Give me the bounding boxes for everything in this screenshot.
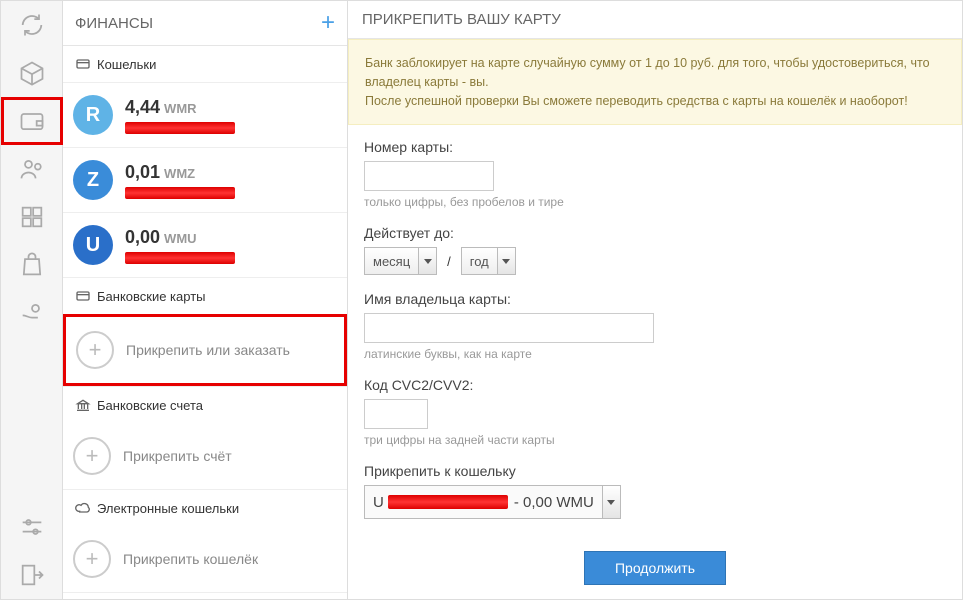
wallet-amount: 4,44 (125, 97, 160, 117)
holder-label: Имя владельца карты: (364, 291, 946, 307)
expiry-year-value: год (462, 254, 497, 269)
sidebar: ФИНАНСЫ + Кошельки R 4,44 WMR Z 0,01 WMZ (63, 1, 348, 599)
card-number-input[interactable] (364, 161, 494, 191)
sidebar-title: ФИНАНСЫ (75, 15, 153, 32)
hand-coins-icon[interactable] (1, 289, 63, 337)
wallet-currency: WMR (164, 101, 197, 116)
cvc-input[interactable] (364, 399, 428, 429)
wallet-item-wmz[interactable]: Z 0,01 WMZ (63, 147, 347, 212)
attach-wallet-select[interactable]: U - 0,00 WMU (364, 485, 621, 519)
plus-circle-icon: + (73, 540, 111, 578)
refresh-icon[interactable] (1, 1, 63, 49)
main-panel: ПРИКРЕПИТЬ ВАШУ КАРТУ Банк заблокирует н… (348, 1, 962, 599)
page-title: ПРИКРЕПИТЬ ВАШУ КАРТУ (348, 1, 962, 39)
settings-sliders-icon[interactable] (1, 503, 63, 551)
attach-card-label: Прикрепить или заказать (126, 342, 290, 358)
expiry-month-select[interactable]: месяц (364, 247, 437, 275)
expiry-year-select[interactable]: год (461, 247, 516, 275)
redacted-wallet-number (388, 495, 508, 509)
wallet-badge-r: R (73, 95, 113, 135)
section-cards-header: Банковские карты (63, 278, 347, 314)
wallet-amount: 0,00 (125, 227, 160, 247)
wallet-currency: WMU (164, 231, 197, 246)
attach-account-button[interactable]: + Прикрепить счёт (63, 423, 347, 489)
box-icon[interactable] (1, 49, 63, 97)
redacted-wallet-number (125, 187, 235, 199)
notice-line1: Банк заблокирует на карте случайную сумм… (365, 54, 945, 92)
chevron-down-icon (497, 248, 515, 274)
add-plus-icon[interactable]: + (321, 11, 335, 35)
expiry-separator: / (447, 254, 451, 269)
wallet-item-wmr[interactable]: R 4,44 WMR (63, 82, 347, 147)
wallet-currency: WMZ (164, 166, 195, 181)
card-icon (75, 288, 91, 304)
attach-card-button[interactable]: + Прикрепить или заказать (63, 314, 347, 386)
contacts-icon[interactable] (1, 145, 63, 193)
attach-account-label: Прикрепить счёт (123, 448, 232, 464)
cloud-icon (75, 500, 91, 516)
plus-circle-icon: + (73, 437, 111, 475)
attach-wallet-label: Прикрепить к кошельку (364, 463, 946, 479)
shopping-bag-icon[interactable] (1, 241, 63, 289)
app-root: ФИНАНСЫ + Кошельки R 4,44 WMR Z 0,01 WMZ (0, 0, 963, 600)
section-cards-label: Банковские карты (97, 289, 206, 304)
card-number-hint: только цифры, без пробелов и тире (364, 195, 946, 209)
wallet-amount: 0,01 (125, 162, 160, 182)
notice-banner: Банк заблокирует на карте случайную сумм… (348, 39, 962, 125)
wallet-nav-icon[interactable] (1, 97, 63, 145)
card-icon (75, 56, 91, 72)
plus-circle-icon: + (76, 331, 114, 369)
bank-icon (75, 397, 91, 413)
apps-icon[interactable] (1, 193, 63, 241)
notice-line2: После успешной проверки Вы сможете перев… (365, 92, 945, 111)
wallet-badge-u: U (73, 225, 113, 265)
attach-ewallet-label: Прикрепить кошелёк (123, 551, 258, 567)
expiry-month-value: месяц (365, 254, 418, 269)
section-wallets-label: Кошельки (97, 57, 156, 72)
sidebar-header: ФИНАНСЫ + (63, 1, 347, 46)
holder-hint: латинские буквы, как на карте (364, 347, 946, 361)
attach-ewallet-button[interactable]: + Прикрепить кошелёк (63, 526, 347, 592)
holder-name-input[interactable] (364, 313, 654, 343)
attach-wallet-prefix: U (373, 494, 384, 511)
chevron-down-icon (418, 248, 436, 274)
cvc-label: Код CVC2/CVV2: (364, 377, 946, 393)
attach-wallet-suffix: - 0,00 WMU (514, 494, 594, 511)
cvc-hint: три цифры на задней части карты (364, 433, 946, 447)
continue-button[interactable]: Продолжить (584, 551, 726, 585)
section-bank-label: Банковские счета (97, 398, 203, 413)
section-wallets-header: Кошельки (63, 46, 347, 82)
redacted-wallet-number (125, 252, 235, 264)
wallet-item-wmu[interactable]: U 0,00 WMU (63, 212, 347, 277)
chevron-down-icon (602, 486, 620, 518)
expires-label: Действует до: (364, 225, 946, 241)
attach-card-form: Номер карты: только цифры, без пробелов … (348, 125, 962, 599)
section-bank-header: Банковские счета (63, 387, 347, 423)
redacted-wallet-number (125, 122, 235, 134)
logout-icon[interactable] (1, 551, 63, 599)
card-number-label: Номер карты: (364, 139, 946, 155)
section-ewallets-label: Электронные кошельки (97, 501, 239, 516)
nav-rail (1, 1, 63, 599)
wallet-badge-z: Z (73, 160, 113, 200)
section-ewallets-header: Электронные кошельки (63, 490, 347, 526)
